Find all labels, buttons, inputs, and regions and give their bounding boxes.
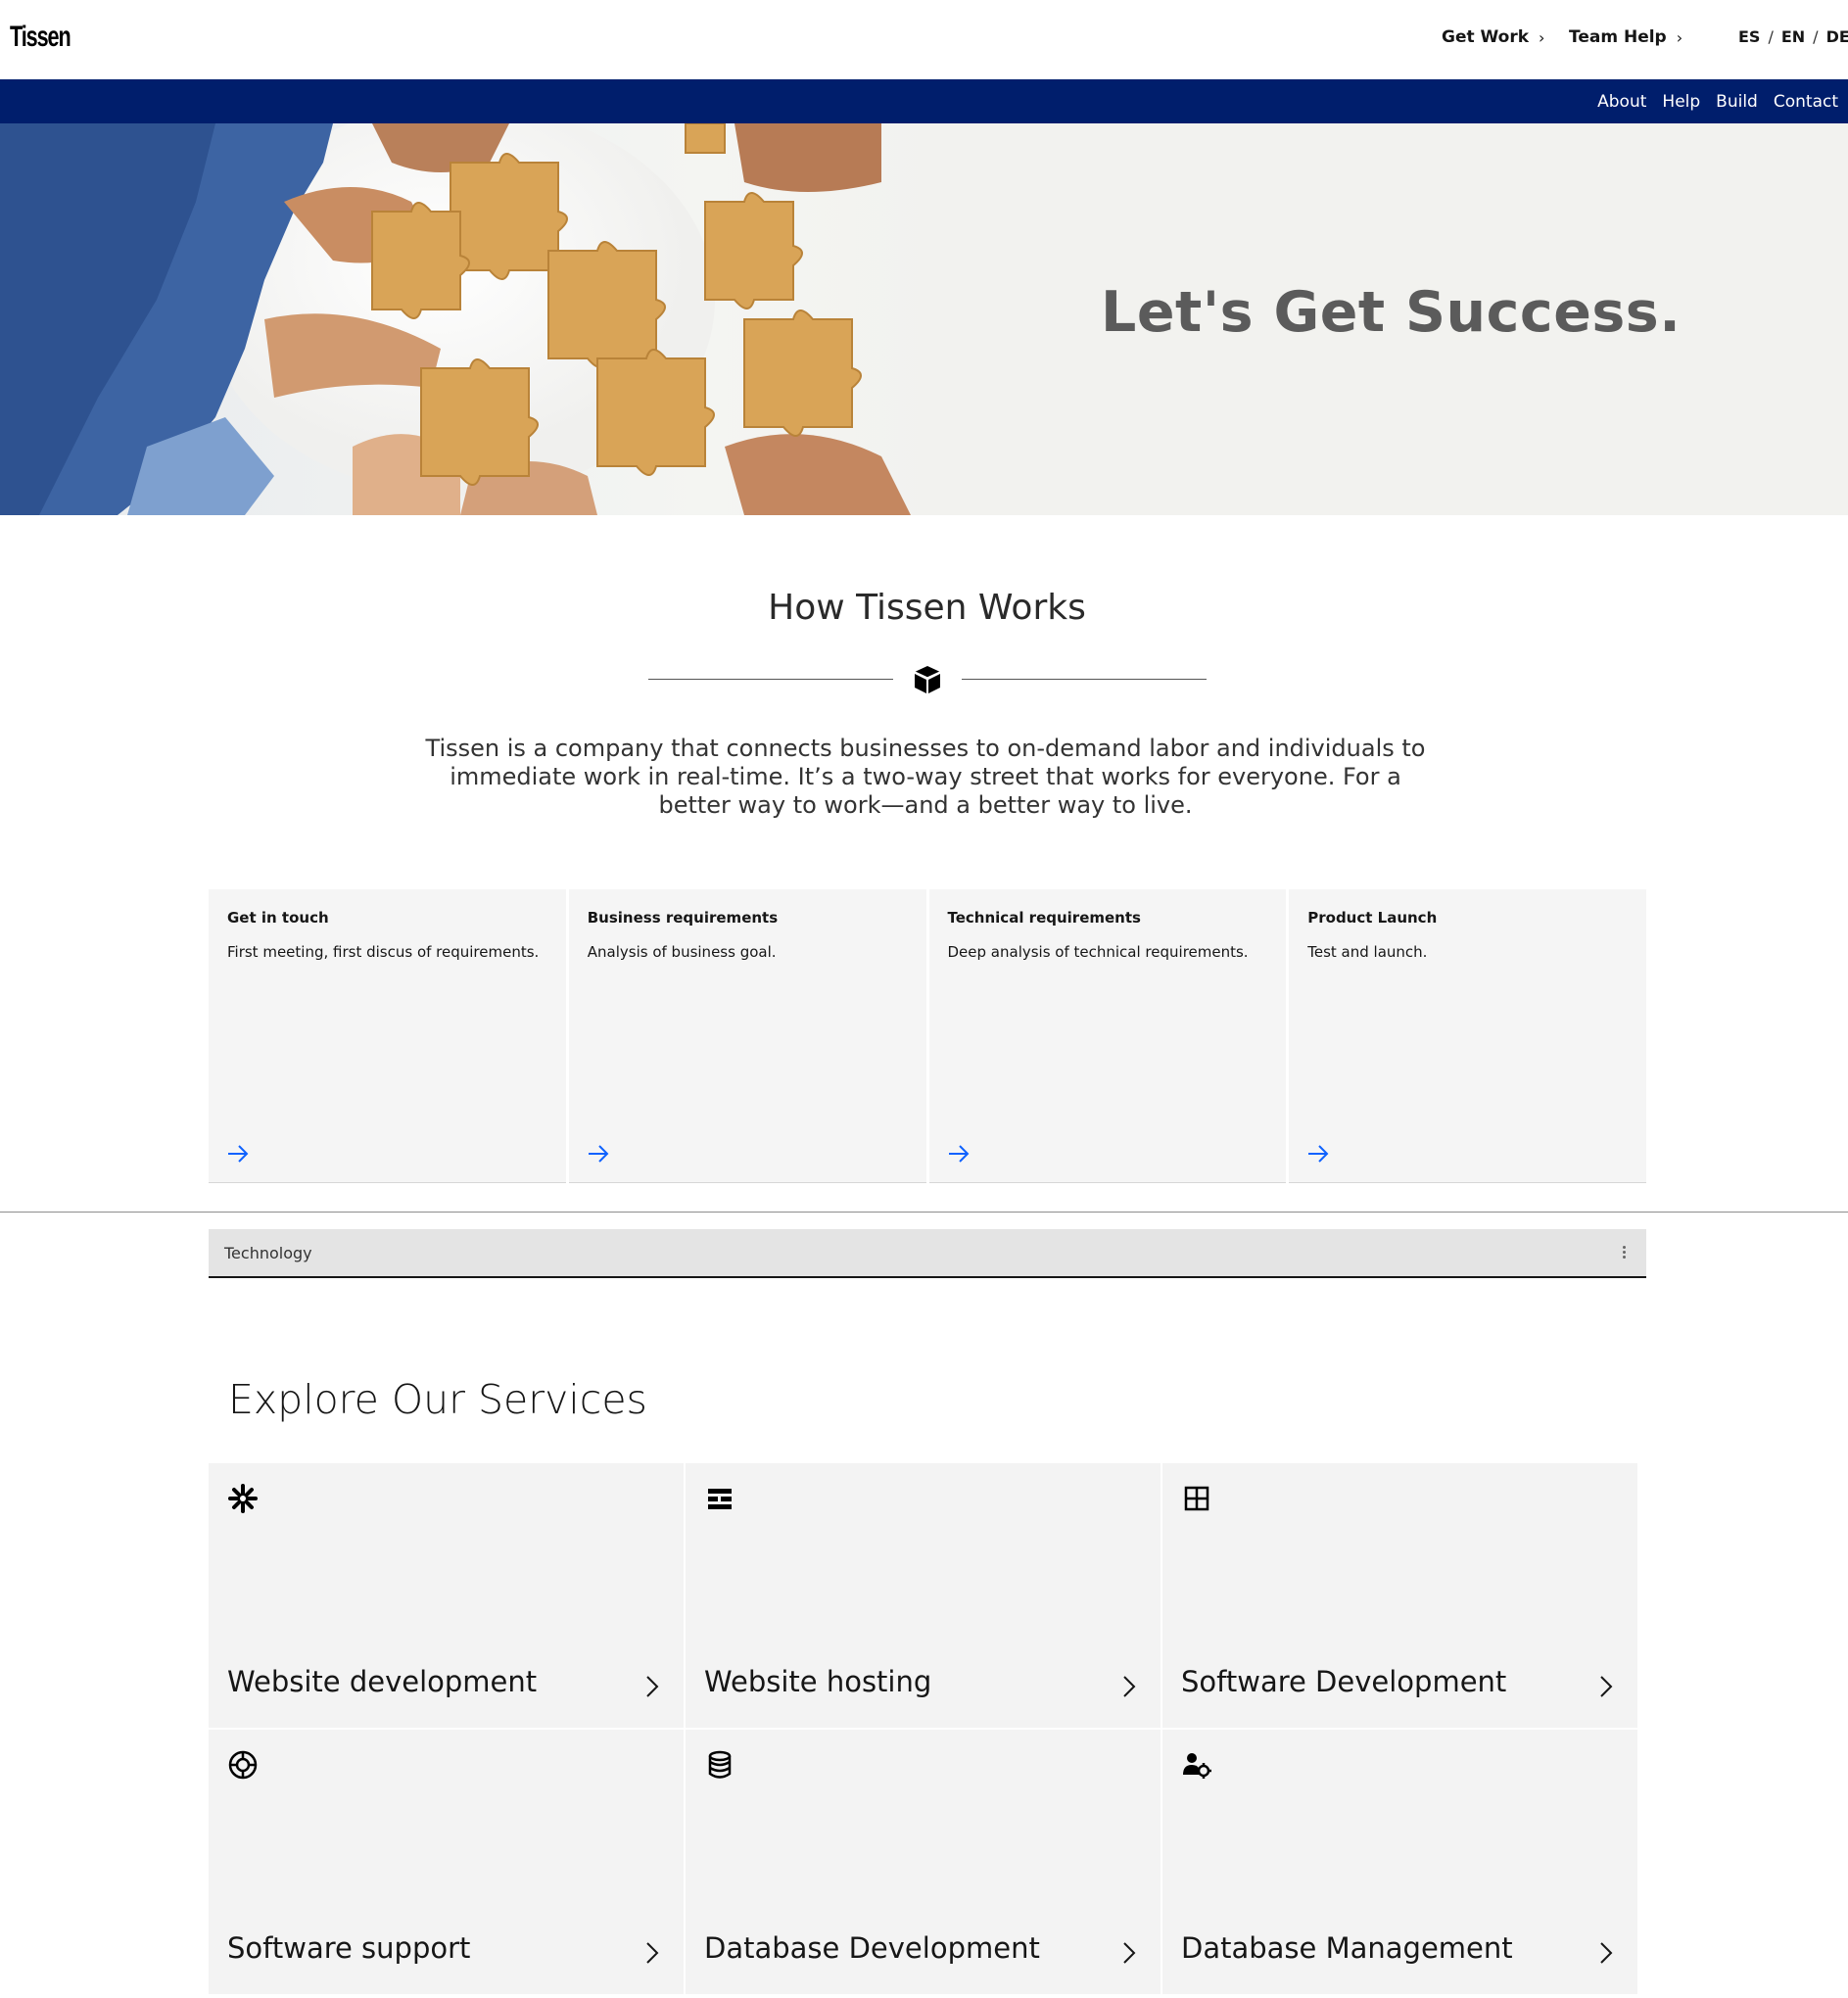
grid-icon <box>1184 1486 1209 1511</box>
step-card[interactable]: Get in touch First meeting, first discus… <box>209 889 566 1183</box>
chevron-right-icon <box>646 1676 659 1697</box>
service-tile[interactable]: Website development <box>209 1463 684 1728</box>
service-tile[interactable]: Software Development <box>1162 1463 1637 1728</box>
chevron-right-icon <box>1600 1676 1613 1697</box>
hero-banner: Let's Get Success. <box>0 123 1848 515</box>
how-description: Tissen is a company that connects busine… <box>425 735 1426 819</box>
hero-image-puzzle-hands <box>0 123 940 515</box>
chevron-right-icon: › <box>1676 27 1683 47</box>
service-name: Website development <box>227 1665 538 1698</box>
step-text: Test and launch. <box>1307 943 1428 961</box>
lifebuoy-icon <box>228 1750 258 1780</box>
cube-icon <box>914 666 941 693</box>
chevron-right-icon <box>1600 1942 1613 1964</box>
step-card[interactable]: Product Launch Test and launch. <box>1289 889 1646 1183</box>
how-section-title: How Tissen Works <box>768 588 1086 628</box>
service-tile[interactable]: Website hosting <box>686 1463 1161 1728</box>
logo[interactable]: Tissen <box>10 21 71 54</box>
divider-right <box>962 679 1207 680</box>
database-icon <box>708 1750 732 1779</box>
arrow-right-icon[interactable] <box>588 1145 609 1163</box>
asterisk-icon <box>228 1484 258 1513</box>
service-name: Database Development <box>704 1931 1040 1965</box>
nav-get-work-label: Get Work <box>1442 27 1530 47</box>
secondary-nav: About Help Build Contact <box>1597 79 1838 123</box>
step-title: Business requirements <box>587 909 779 927</box>
service-name: Software support <box>227 1931 471 1965</box>
hero-title: Let's Get Success. <box>1101 280 1682 345</box>
chevron-right-icon <box>1123 1942 1136 1964</box>
step-title: Product Launch <box>1307 909 1438 927</box>
services-grid: Website development Website hosting Soft… <box>209 1463 1637 1994</box>
service-tile[interactable]: Software support <box>209 1730 684 1994</box>
subnav-contact[interactable]: Contact <box>1774 92 1838 112</box>
step-title: Technical requirements <box>947 909 1141 927</box>
top-header: Tissen Get Work › Team Help › ES / EN / … <box>0 0 1848 79</box>
arrow-right-icon[interactable] <box>227 1145 249 1163</box>
subnav-build[interactable]: Build <box>1716 92 1758 112</box>
service-name: Software Development <box>1181 1665 1507 1698</box>
step-text: Deep analysis of technical requirements. <box>947 943 1249 961</box>
step-text: Analysis of business goal. <box>587 943 777 961</box>
layout-blocks-icon <box>708 1489 732 1509</box>
divider-left <box>648 679 893 680</box>
technology-tab-label: Technology <box>224 1244 312 1262</box>
lang-de[interactable]: DE <box>1826 27 1848 46</box>
service-name: Database Management <box>1181 1931 1513 1965</box>
step-text: First meeting, first discus of requireme… <box>227 943 540 961</box>
chevron-right-icon: › <box>1539 27 1545 47</box>
arrow-right-icon[interactable] <box>1307 1145 1329 1163</box>
services-title: Explore Our Services <box>228 1376 647 1423</box>
lang-en[interactable]: EN <box>1781 27 1805 46</box>
process-steps: Get in touch First meeting, first discus… <box>209 889 1646 1183</box>
service-tile[interactable]: Database Development <box>686 1730 1161 1994</box>
chevron-right-icon <box>1123 1676 1136 1697</box>
lang-es[interactable]: ES <box>1738 27 1760 46</box>
service-name: Website hosting <box>704 1665 932 1698</box>
step-card[interactable]: Technical requirements Deep analysis of … <box>928 889 1287 1183</box>
nav-team-help[interactable]: Team Help › <box>1569 27 1682 47</box>
language-switcher: ES / EN / DE <box>1738 27 1848 46</box>
secondary-nav-bar: About Help Build Contact <box>0 79 1848 123</box>
technology-tab-bar[interactable]: Technology <box>209 1229 1646 1278</box>
nav-team-help-label: Team Help <box>1569 27 1667 47</box>
nav-get-work[interactable]: Get Work › <box>1442 27 1544 47</box>
arrow-right-icon[interactable] <box>948 1145 970 1163</box>
step-card[interactable]: Business requirements Analysis of busine… <box>568 889 926 1183</box>
step-title: Get in touch <box>227 909 329 927</box>
user-settings-icon <box>1183 1753 1211 1779</box>
lang-separator: / <box>1768 27 1774 46</box>
section-divider <box>0 1212 1848 1213</box>
subnav-about[interactable]: About <box>1597 92 1646 112</box>
lang-separator: / <box>1813 27 1819 46</box>
subnav-help[interactable]: Help <box>1662 92 1700 112</box>
chevron-right-icon <box>646 1942 659 1964</box>
service-tile[interactable]: Database Management <box>1162 1730 1637 1994</box>
overflow-menu-icon[interactable] <box>1621 1246 1627 1261</box>
